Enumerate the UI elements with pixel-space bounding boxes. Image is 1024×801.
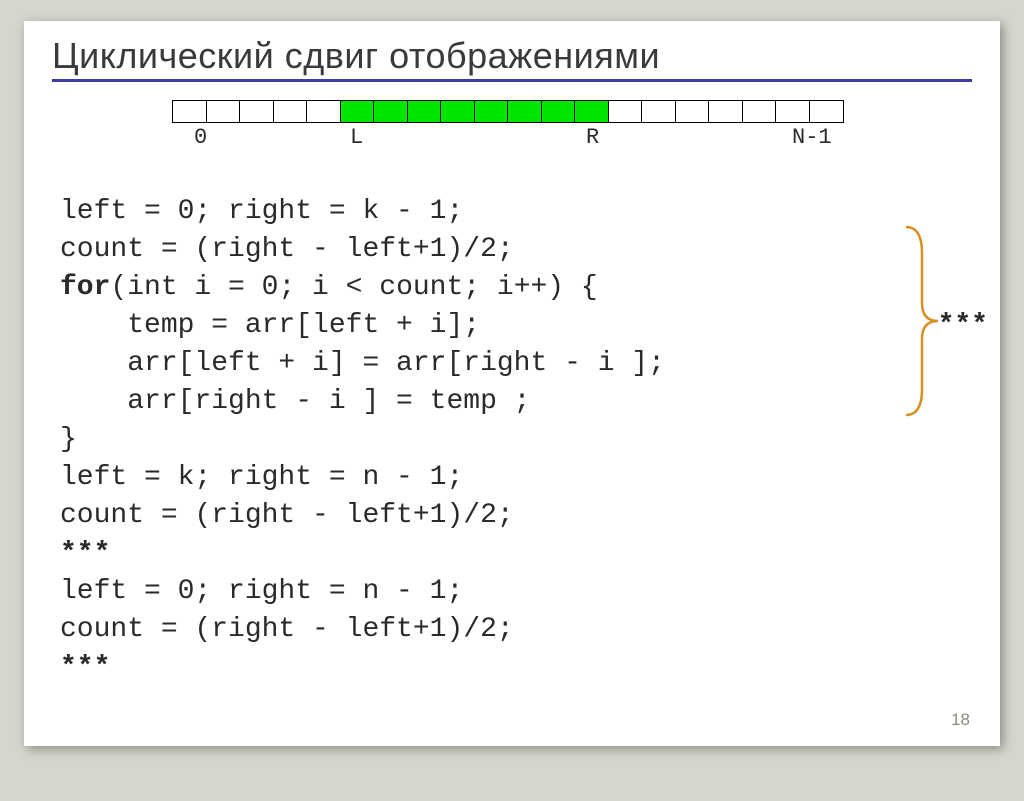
code-line: count = (right - left+1)/2; — [60, 500, 514, 531]
array-cell — [641, 100, 676, 123]
array-cell — [206, 100, 241, 123]
title-block: Циклический сдвиг отображениями — [24, 21, 1000, 88]
array-cell — [273, 100, 308, 123]
code-block: left = 0; right = k - 1; count = (right … — [24, 151, 1000, 801]
code-line: } — [60, 424, 77, 455]
code-line: temp = arr[left + i]; — [60, 310, 480, 341]
array-cell — [507, 100, 542, 123]
slide: Циклический сдвиг отображениями 0 L R N-… — [24, 21, 1000, 746]
page-number: 18 — [951, 710, 970, 730]
code-stars: *** — [60, 652, 110, 683]
array-cell — [775, 100, 810, 123]
array-cell — [474, 100, 509, 123]
code-line: left = 0; right = k - 1; — [60, 196, 463, 227]
array-cell — [574, 100, 609, 123]
array-cell — [373, 100, 408, 123]
array-cell — [440, 100, 475, 123]
code-line: arr[left + i] = arr[right - i ]; — [60, 348, 665, 379]
code-line: count = (right - left+1)/2; — [60, 614, 514, 645]
array-labels: 0 L R N-1 — [172, 125, 1000, 151]
array-cell — [675, 100, 710, 123]
array-cell — [708, 100, 743, 123]
array-cell — [608, 100, 643, 123]
array-diagram — [172, 100, 1000, 123]
code-line: (int i = 0; i < count; i++) { — [110, 272, 597, 303]
array-cell — [306, 100, 341, 123]
side-stars: *** — [938, 307, 988, 345]
slide-title: Циклический сдвиг отображениями — [52, 35, 972, 77]
array-cell — [809, 100, 844, 123]
title-underline — [52, 79, 972, 82]
array-cell — [172, 100, 207, 123]
code-line: count = (right - left+1)/2; — [60, 234, 514, 265]
code-line: arr[right - i ] = temp ; — [60, 386, 530, 417]
code-keyword-for: for — [60, 272, 110, 303]
code-line: left = k; right = n - 1; — [60, 462, 463, 493]
code-stars: *** — [60, 538, 110, 569]
code-line: left = 0; right = n - 1; — [60, 576, 463, 607]
label-zero: 0 — [194, 125, 207, 150]
array-cell — [407, 100, 442, 123]
array-cell — [541, 100, 576, 123]
label-R: R — [586, 125, 599, 150]
label-L: L — [350, 125, 363, 150]
label-N1: N-1 — [792, 125, 832, 150]
array-cell — [742, 100, 777, 123]
array-cell — [239, 100, 274, 123]
array-cell — [340, 100, 375, 123]
